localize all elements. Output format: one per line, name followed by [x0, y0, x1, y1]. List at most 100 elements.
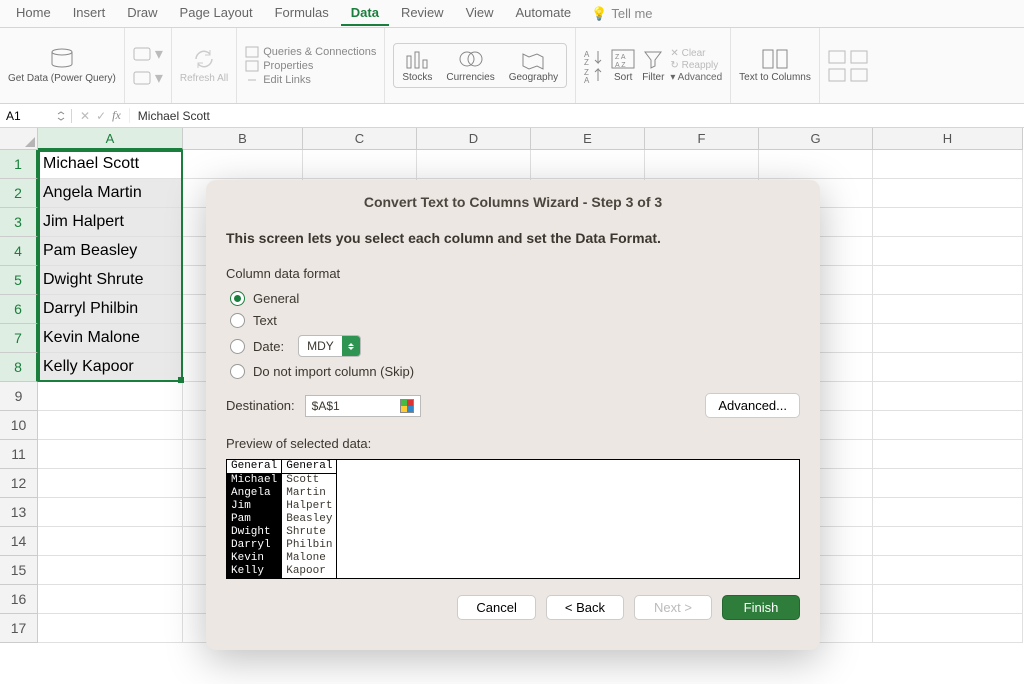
- tab-draw[interactable]: Draw: [117, 1, 167, 26]
- cell[interactable]: [38, 411, 183, 440]
- tab-automate[interactable]: Automate: [506, 1, 582, 26]
- cell[interactable]: Pam Beasley: [38, 237, 183, 266]
- advanced-button[interactable]: Advanced...: [705, 393, 800, 418]
- col-header-G[interactable]: G: [759, 128, 873, 150]
- radio-general[interactable]: General: [230, 291, 800, 306]
- col-header-B[interactable]: B: [183, 128, 303, 150]
- cell[interactable]: Kevin Malone: [38, 324, 183, 353]
- col-header-F[interactable]: F: [645, 128, 759, 150]
- row-header[interactable]: 17: [0, 614, 38, 643]
- cell[interactable]: [873, 208, 1023, 237]
- stocks-type[interactable]: Stocks: [402, 48, 432, 83]
- cancel-button[interactable]: Cancel: [457, 595, 535, 620]
- cell[interactable]: [873, 527, 1023, 556]
- connections-icon-row2[interactable]: ▾: [133, 68, 163, 88]
- cell[interactable]: [38, 382, 183, 411]
- row-header[interactable]: 7: [0, 324, 38, 353]
- filter-reapply[interactable]: ↻ Reapply: [670, 60, 722, 71]
- row-header[interactable]: 12: [0, 469, 38, 498]
- sort-asc-icon[interactable]: AZ: [584, 49, 604, 65]
- text-to-columns-button[interactable]: Text to Columns: [739, 48, 811, 83]
- cell[interactable]: [873, 295, 1023, 324]
- get-data-button[interactable]: Get Data (Power Query): [8, 47, 116, 84]
- col-header-C[interactable]: C: [303, 128, 417, 150]
- radio-skip[interactable]: Do not import column (Skip): [230, 364, 800, 379]
- row-header[interactable]: 10: [0, 411, 38, 440]
- cell[interactable]: Dwight Shrute: [38, 266, 183, 295]
- tell-me[interactable]: 💡 Tell me: [591, 6, 652, 22]
- cell[interactable]: [38, 440, 183, 469]
- cell[interactable]: [873, 556, 1023, 585]
- row-header[interactable]: 11: [0, 440, 38, 469]
- col-header-D[interactable]: D: [417, 128, 531, 150]
- currencies-type[interactable]: Currencies: [446, 48, 494, 83]
- cell[interactable]: Angela Martin: [38, 179, 183, 208]
- consolidate-icon[interactable]: [850, 68, 868, 82]
- flash-fill-icon[interactable]: [828, 50, 846, 64]
- row-header[interactable]: 9: [0, 382, 38, 411]
- cell[interactable]: [873, 150, 1023, 179]
- cell[interactable]: [873, 614, 1023, 643]
- connections-icon-row[interactable]: ▾: [133, 44, 163, 64]
- filter-button[interactable]: Filter: [642, 48, 664, 83]
- cell[interactable]: Darryl Philbin: [38, 295, 183, 324]
- cell[interactable]: [38, 556, 183, 585]
- cell[interactable]: [531, 150, 645, 179]
- row-header[interactable]: 6: [0, 295, 38, 324]
- back-button[interactable]: < Back: [546, 595, 624, 620]
- row-header[interactable]: 1: [0, 150, 38, 179]
- tab-page-layout[interactable]: Page Layout: [170, 1, 263, 26]
- cell[interactable]: [38, 527, 183, 556]
- edit-links[interactable]: Edit Links: [245, 74, 376, 86]
- radio-date[interactable]: Date: MDY: [230, 335, 800, 357]
- cell[interactable]: [873, 498, 1023, 527]
- cell[interactable]: [183, 150, 303, 179]
- cell[interactable]: [873, 266, 1023, 295]
- geography-type[interactable]: Geography: [509, 48, 558, 83]
- tab-view[interactable]: View: [456, 1, 504, 26]
- cell[interactable]: [873, 440, 1023, 469]
- cell[interactable]: [873, 179, 1023, 208]
- filter-advanced[interactable]: ▾ Advanced: [670, 72, 722, 83]
- name-box[interactable]: A1: [0, 109, 72, 123]
- row-header[interactable]: 14: [0, 527, 38, 556]
- tab-formulas[interactable]: Formulas: [265, 1, 339, 26]
- row-header[interactable]: 15: [0, 556, 38, 585]
- row-header[interactable]: 13: [0, 498, 38, 527]
- row-header[interactable]: 8: [0, 353, 38, 382]
- cell[interactable]: Kelly Kapoor: [38, 353, 183, 382]
- cell[interactable]: Michael Scott: [38, 150, 183, 179]
- cell[interactable]: [38, 614, 183, 643]
- col-header-E[interactable]: E: [531, 128, 645, 150]
- properties[interactable]: Properties: [245, 60, 376, 72]
- tab-data[interactable]: Data: [341, 1, 389, 26]
- date-format-select[interactable]: MDY: [298, 335, 361, 357]
- finish-button[interactable]: Finish: [722, 595, 800, 620]
- cell[interactable]: [873, 324, 1023, 353]
- data-val-icon[interactable]: [828, 68, 846, 82]
- refresh-all-button[interactable]: Refresh All: [180, 47, 228, 84]
- sort-button[interactable]: Z AA Z Sort: [610, 48, 636, 83]
- cell[interactable]: [873, 411, 1023, 440]
- tab-insert[interactable]: Insert: [63, 1, 116, 26]
- filter-clear[interactable]: ✕ Clear: [670, 48, 722, 59]
- cell[interactable]: [873, 353, 1023, 382]
- tab-review[interactable]: Review: [391, 1, 454, 26]
- cell[interactable]: [38, 469, 183, 498]
- col-header-H[interactable]: H: [873, 128, 1023, 150]
- destination-input[interactable]: $A$1: [305, 395, 421, 417]
- formula-content[interactable]: Michael Scott: [130, 109, 218, 123]
- row-header[interactable]: 3: [0, 208, 38, 237]
- cell[interactable]: [645, 150, 759, 179]
- row-header[interactable]: 2: [0, 179, 38, 208]
- select-all-corner[interactable]: [0, 128, 38, 150]
- fx-icon[interactable]: fx: [112, 108, 121, 123]
- row-header[interactable]: 5: [0, 266, 38, 295]
- remove-dup-icon[interactable]: [850, 50, 868, 64]
- accept-formula-icon[interactable]: ✓: [96, 109, 106, 123]
- cancel-formula-icon[interactable]: ✕: [80, 109, 90, 123]
- cell[interactable]: [873, 469, 1023, 498]
- row-header[interactable]: 4: [0, 237, 38, 266]
- name-box-stepper-icon[interactable]: [57, 111, 65, 121]
- range-picker-icon[interactable]: [400, 399, 414, 413]
